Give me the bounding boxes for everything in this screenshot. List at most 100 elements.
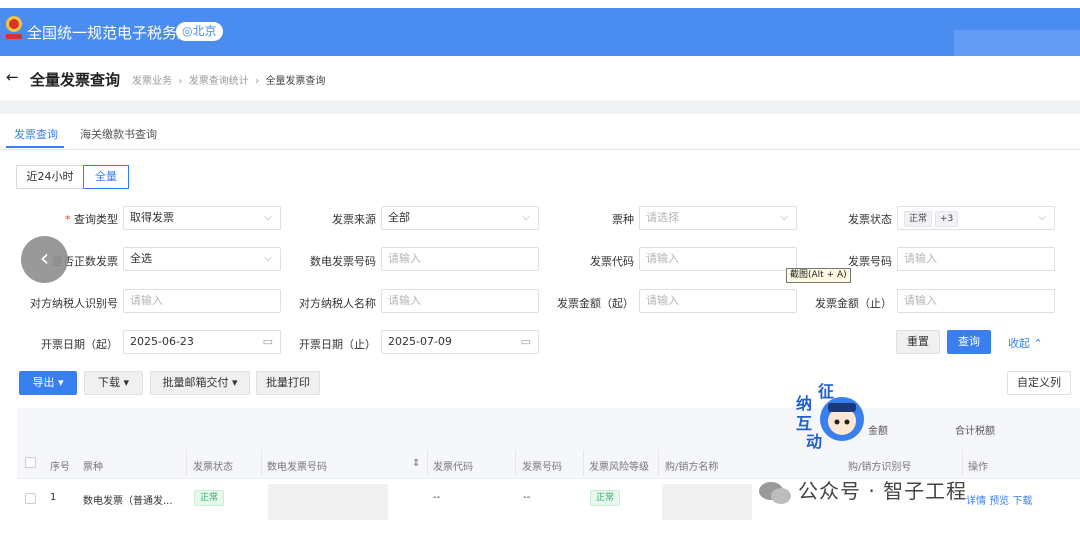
watermark-text: 公众号 · 智子工程 [798,479,968,503]
label-counterparty-name: 对方纳税人名称 [299,297,376,310]
screenshot-tooltip: 截图(Alt + A) [786,268,851,283]
tab-bar [0,114,1080,150]
column-divider [515,450,516,476]
label-date-from: 开票日期（起） [41,338,118,351]
watermark: 公众号 · 智子工程 [758,475,967,506]
query-button[interactable]: 查询 [947,330,991,354]
breadcrumb: 发票业务 › 发票查询统计 › 全量发票查询 [132,76,326,87]
mascot-widget[interactable]: 征 纳 互 动 [794,383,872,453]
region-label: 北京 [192,24,217,38]
range-24h[interactable]: 近24小时 [16,165,84,189]
counterparty-name-input[interactable]: 请输入 [381,289,539,313]
chevron-down-icon: ▾ [123,376,130,389]
region-selector[interactable]: ◎北京 [176,22,223,41]
label-invoice-status: 发票状态 [848,213,892,226]
col-ops: 操作 [968,462,988,473]
label-ticket-kind: 票种 [612,213,634,226]
sort-icon[interactable]: ⇕ [412,458,420,469]
emblem-icon [6,16,22,39]
chevron-down-icon: ⌵ [264,253,272,264]
batch-print-button[interactable]: 批量打印 [256,371,320,395]
is-positive-select[interactable]: 全选 ⌵ [123,247,281,271]
reset-button[interactable]: 重置 [896,330,940,354]
col-index: 序号 [50,462,70,473]
column-divider [427,450,428,476]
chevron-down-icon: ▾ [231,376,238,389]
download-button[interactable]: 下载 ▾ [84,371,143,395]
label-invoice-no: 发票号码 [848,255,892,268]
arrow-left-icon[interactable]: ← [6,68,19,86]
label-invoice-code: 发票代码 [590,255,634,268]
counterparty-id-input[interactable]: 请输入 [123,289,281,313]
select-all-checkbox[interactable] [25,457,36,468]
location-pin-icon: ◎ [182,24,193,38]
chevron-left-icon[interactable]: ‹ [21,236,68,283]
date-from-picker[interactable]: 2025-06-23 ▭ [123,330,281,354]
row-number: -- [523,492,531,503]
page-title: 全量发票查询 [30,71,121,89]
label-amount-from: 发票金额（起） [557,297,634,310]
divider [0,100,1080,114]
download-link[interactable]: 下载 [1012,496,1032,507]
breadcrumb-current: 全量发票查询 [265,76,326,87]
wechat-icon [759,481,791,504]
summary-tax: 合计税额 [955,426,995,437]
calendar-icon: ▭ [520,335,531,348]
date-to-picker[interactable]: 2025-07-09 ▭ [381,330,539,354]
invoice-no-input[interactable]: 请输入 [897,247,1055,271]
chevron-down-icon: ▾ [57,376,64,389]
row-code: -- [433,492,441,503]
custom-columns-button[interactable]: 自定义列 [1007,371,1071,395]
mascot-char: 动 [806,432,822,451]
row-ops: 详情 预览 下载 [966,492,1032,507]
invoice-source-select[interactable]: 全部 ⌵ [381,206,539,230]
col-risk: 发票风险等级 [589,462,649,473]
batch-mail-button[interactable]: 批量邮箱交付 ▾ [150,371,250,395]
amount-to-input[interactable]: 请输入 [897,289,1055,313]
detail-link[interactable]: 详情 [966,496,986,507]
col-status: 发票状态 [193,462,233,473]
breadcrumb-item[interactable]: 发票业务 [132,76,172,87]
export-button[interactable]: 导出 ▾ [19,371,77,395]
site-title[interactable]: 全国统一规范电子税务局 [27,22,192,43]
row-checkbox[interactable] [25,493,36,504]
col-code: 发票代码 [433,462,473,473]
range-all[interactable]: 全量 [83,165,129,189]
label-date-to: 开票日期（止） [299,338,376,351]
tab-customs-query[interactable]: 海关缴款书查询 [80,126,157,142]
column-divider [962,450,963,476]
mascot-char: 纳 [796,394,812,413]
row-risk-badge: 正常 [590,490,621,506]
invoice-code-input[interactable]: 请输入 [639,247,797,271]
redacted-digital-no [268,484,388,520]
column-divider [186,450,187,476]
chevron-down-icon: ⌵ [1038,212,1046,223]
calendar-icon: ▭ [262,335,273,348]
collapse-link[interactable]: 收起 ⌃ [1008,335,1043,351]
user-info-redacted [954,30,1080,56]
col-number: 发票号码 [522,462,562,473]
label-digital-invoice-no: 数电发票号码 [310,255,376,268]
label-query-type: * 查询类型 [65,213,118,226]
ticket-kind-select[interactable]: 请选择 ⌵ [639,206,797,230]
status-tag[interactable]: 正常 [904,211,933,227]
amount-from-input[interactable]: 请输入 [639,289,797,313]
summary-band [17,408,1080,448]
col-party-name: 购/销方名称 [665,462,719,473]
column-divider [658,450,659,476]
breadcrumb-item[interactable]: 发票查询统计 [189,76,249,87]
row-status-badge: 正常 [194,490,225,506]
preview-link[interactable]: 预览 [989,496,1009,507]
status-more-tag: +3 [935,211,959,227]
invoice-status-select[interactable]: 正常 +3 ⌵ [897,206,1055,230]
column-divider [261,450,262,476]
digital-invoice-no-input[interactable]: 请输入 [381,247,539,271]
label-amount-to: 发票金额（止） [815,297,892,310]
mascot-char: 征 [818,383,834,401]
tab-invoice-query[interactable]: 发票查询 [14,126,58,142]
label-counterparty-id: 对方纳税人识别号 [30,297,118,310]
row-index: 1 [50,492,57,503]
col-digital-no: 数电发票号码 [267,462,327,473]
query-type-select[interactable]: 取得发票 ⌵ [123,206,281,230]
chevron-down-icon: ⌵ [264,212,272,223]
